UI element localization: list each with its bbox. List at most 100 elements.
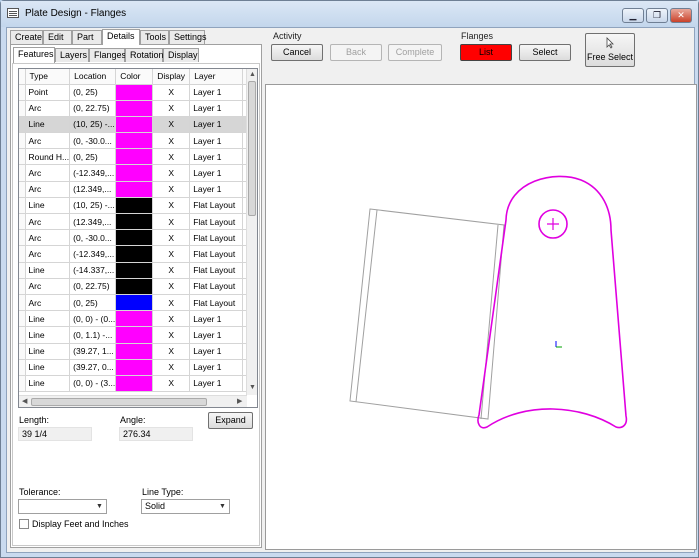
tab-settings[interactable]: Settings [169, 30, 207, 44]
table-row[interactable]: Arc(0, -30.0...XLayer 1B [19, 132, 255, 150]
table-row[interactable]: Line(0, 1.1) -...XLayer 1Fl [19, 326, 255, 344]
minimize-button[interactable]: ▁ [622, 8, 644, 23]
table-header-row: Type Location Color Display Layer F [19, 69, 255, 85]
select-button[interactable]: Select [519, 44, 571, 61]
table-row[interactable]: Line(0, 0) - (3...XLayer 1Fl [19, 375, 255, 393]
cell-color [115, 197, 154, 215]
subtab-display[interactable]: Display [163, 48, 199, 62]
cell-location: (0, 22.75) [69, 100, 117, 117]
cell-color [115, 262, 154, 279]
back-button[interactable]: Back [330, 44, 382, 61]
cell-location: (0, 22.75) [69, 278, 117, 295]
cell-display: X [152, 132, 191, 150]
plate-drawing[interactable] [266, 85, 696, 549]
cell-color [115, 278, 154, 295]
cell-color [115, 84, 154, 101]
cell-display: X [152, 310, 191, 328]
table-row[interactable]: Line(0, 0) - (0...XLayer 1Fl [19, 310, 255, 328]
column-header-layer[interactable]: Layer [189, 69, 244, 85]
drawing-canvas[interactable] [265, 84, 697, 550]
cell-layer: Flat Layout [189, 294, 244, 312]
tab-edit[interactable]: Edit [43, 30, 72, 44]
column-header-display[interactable]: Display [152, 69, 191, 85]
table-row[interactable]: Arc(0, 25)XFlat LayoutB [19, 294, 255, 312]
tab-create[interactable]: Create [10, 30, 43, 44]
tab-part[interactable]: Part [72, 30, 102, 44]
vertical-scroll-thumb[interactable] [248, 81, 256, 216]
app-icon [7, 8, 19, 18]
list-button[interactable]: List [460, 44, 512, 61]
cell-type: Line [25, 310, 71, 328]
scroll-up-icon[interactable]: ▲ [249, 70, 256, 80]
cell-layer: Flat Layout [189, 197, 244, 215]
column-header-color[interactable]: Color [115, 69, 154, 85]
tolerance-dropdown[interactable]: ▼ [18, 499, 107, 514]
table-row[interactable]: Round H...(0, 25)XLayer 1B [19, 148, 255, 166]
cell-type: Arc [25, 294, 71, 312]
expand-button[interactable]: Expand [208, 412, 253, 429]
cell-type: Arc [25, 164, 71, 182]
chevron-down-icon: ▼ [219, 503, 226, 510]
cell-type: Point [25, 84, 71, 101]
cell-layer: Layer 1 [189, 359, 244, 376]
display-feet-checkbox[interactable] [19, 519, 29, 529]
cell-color [115, 100, 154, 117]
table-row[interactable]: Line(10, 25) -...XLayer 1B [19, 116, 255, 134]
horizontal-scrollbar[interactable]: ◀ ▶ [19, 395, 247, 407]
free-select-button[interactable]: Free Select [585, 33, 635, 67]
cancel-button[interactable]: Cancel [271, 44, 323, 61]
vertical-scrollbar[interactable]: ▲ ▼ [246, 69, 257, 395]
cell-layer: Layer 1 [189, 84, 244, 101]
cell-layer: Layer 1 [189, 132, 244, 150]
scroll-down-icon[interactable]: ▼ [249, 383, 256, 393]
cell-color [115, 148, 154, 166]
horizontal-scroll-thumb[interactable] [31, 398, 207, 406]
features-grid[interactable]: Type Location Color Display Layer F Poin… [18, 68, 258, 408]
cell-location: (0, 0) - (3... [69, 375, 117, 393]
table-row[interactable]: Arc(0, -30.0...XFlat LayoutB [19, 229, 255, 247]
table-row[interactable]: Line(10, 25) -...XFlat LayoutB [19, 197, 255, 215]
table-row[interactable]: Arc(0, 22.75)XFlat LayoutB [19, 278, 255, 295]
cell-color [115, 132, 154, 150]
column-header-location[interactable]: Location [69, 69, 117, 85]
complete-button[interactable]: Complete [388, 44, 442, 61]
column-header-type[interactable]: Type [25, 69, 71, 85]
cell-type: Arc [25, 213, 71, 231]
cell-location: (10, 25) -... [69, 197, 117, 215]
scroll-left-icon[interactable]: ◀ [22, 397, 27, 407]
cell-display: X [152, 245, 191, 263]
table-row[interactable]: Point(0, 25)XLayer 1B [19, 84, 255, 101]
cell-color [115, 229, 154, 247]
table-row[interactable]: Arc(-12.349,...XLayer 1B [19, 164, 255, 182]
table-row[interactable]: Arc(0, 22.75)XLayer 1B [19, 100, 255, 117]
table-row[interactable]: Arc(-12.349,...XFlat LayoutB [19, 245, 255, 263]
tab-details[interactable]: Details [102, 29, 140, 45]
cell-location: (0, -30.0... [69, 132, 117, 150]
cursor-arrow-icon [606, 37, 614, 49]
subtab-rotation[interactable]: Rotation [125, 48, 164, 62]
cell-type: Arc [25, 181, 71, 198]
chevron-down-icon: ▼ [96, 503, 103, 510]
hole-center-mark [547, 218, 559, 230]
cell-display: X [152, 326, 191, 344]
flange-outline [349, 208, 505, 420]
table-row[interactable]: Line(-14.337,...XFlat LayoutB [19, 262, 255, 279]
cell-color [115, 294, 154, 312]
table-row[interactable]: Arc(12.349,...XLayer 1B [19, 181, 255, 198]
line-type-label: Line Type: [142, 487, 184, 497]
cell-layer: Layer 1 [189, 164, 244, 182]
scroll-right-icon[interactable]: ▶ [237, 397, 242, 407]
table-row[interactable]: Line(39.27, 0...XLayer 1Fl [19, 359, 255, 376]
table-row[interactable]: Line(39.27, 1...XLayer 1Fl [19, 343, 255, 360]
tab-tools[interactable]: Tools [140, 30, 169, 44]
maximize-button[interactable]: ❐ [646, 8, 668, 23]
close-button[interactable]: ✕ [670, 8, 692, 23]
line-type-dropdown[interactable]: Solid ▼ [141, 499, 230, 514]
cell-display: X [152, 181, 191, 198]
subtab-features[interactable]: Features [13, 47, 55, 63]
table-row[interactable]: Arc(12.349,...XFlat LayoutB [19, 213, 255, 231]
cell-location: (39.27, 0... [69, 359, 117, 376]
subtab-flanges[interactable]: Flanges [89, 48, 126, 62]
subtab-layers[interactable]: Layers [55, 48, 89, 62]
cell-color [115, 164, 154, 182]
